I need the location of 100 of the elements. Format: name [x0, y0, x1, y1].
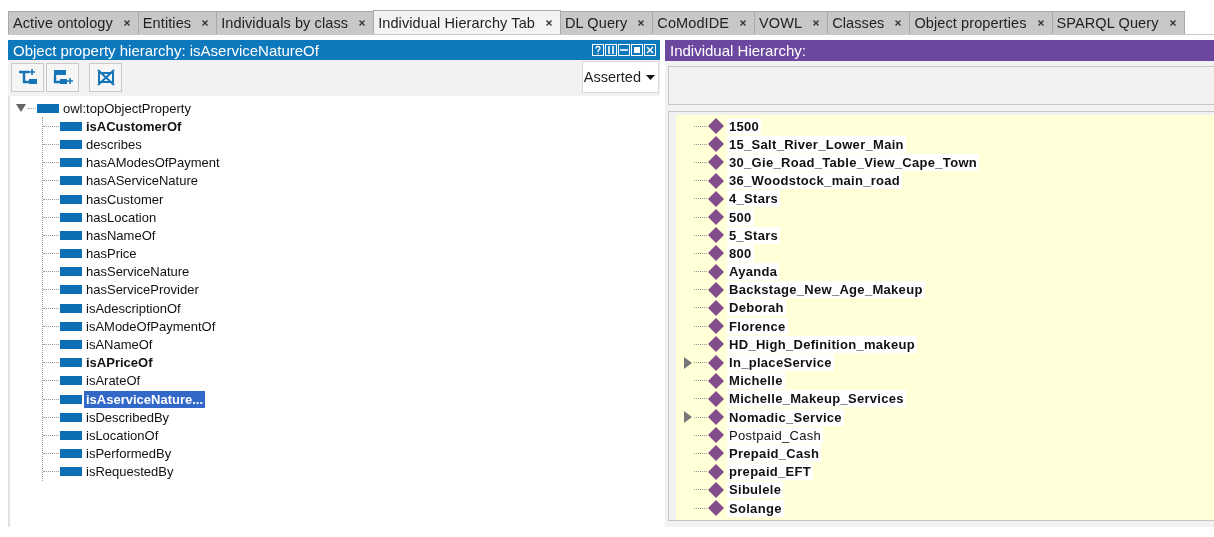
tree-item[interactable]: isANameOf	[84, 336, 155, 354]
tree-item[interactable]: hasCustomer	[84, 190, 166, 208]
individual-diamond-icon	[707, 444, 725, 463]
individual-diamond-icon	[707, 462, 725, 481]
tree-item[interactable]: hasServiceProvider	[84, 281, 201, 299]
tree-item[interactable]: isArateOf	[84, 372, 143, 390]
tab[interactable]: Classes	[827, 11, 911, 34]
tree-item[interactable]: hasAServiceNature	[84, 172, 200, 190]
tree-item[interactable]: hasPrice	[84, 245, 139, 263]
tree-item[interactable]: 30_Gie_Road_Table_View_Cape_Town	[727, 153, 980, 171]
close-icon[interactable]	[122, 19, 131, 27]
object-property-icon	[60, 285, 82, 295]
tree-item[interactable]: 15_Salt_River_Lower_Main	[727, 135, 906, 153]
tree-item[interactable]: Michelle_Makeup_Services	[727, 390, 906, 408]
tree-item[interactable]: Solange	[727, 499, 784, 517]
collapsed-arrow-icon[interactable]	[684, 356, 692, 369]
close-icon[interactable]	[545, 18, 553, 27]
tree-item[interactable]: hasNameOf	[84, 226, 158, 244]
panel-title: Object property hierarchy: isAserviceNatureOf	[13, 41, 319, 59]
object-property-icon	[60, 449, 82, 459]
tab[interactable]: VOWL	[754, 11, 829, 34]
tree-item[interactable]: hasAModesOfPayment	[84, 154, 222, 172]
object-property-icon	[60, 176, 82, 186]
tree-item[interactable]: isPerformedBy	[84, 445, 174, 463]
tab[interactable]: Active ontology	[8, 11, 139, 34]
individual-diamond-icon	[707, 262, 725, 281]
tree-item[interactable]: 800	[727, 244, 754, 262]
tree-item[interactable]: 1500	[727, 117, 762, 135]
tree-item[interactable]: Deborah	[727, 299, 786, 317]
tab[interactable]: Individual Hierarchy Tab	[373, 10, 561, 34]
delete-property-button[interactable]	[89, 62, 122, 92]
split-icon[interactable]	[605, 44, 617, 56]
close-icon[interactable]	[739, 19, 748, 27]
tree-item[interactable]: isAserviceNature...	[84, 390, 206, 408]
maximize-icon[interactable]	[631, 44, 643, 56]
tab[interactable]: CoModIDE	[652, 11, 756, 34]
help-icon[interactable]	[592, 44, 604, 56]
tab[interactable]: DL Query	[560, 11, 654, 34]
tree-item[interactable]: Nomadic_Service	[727, 408, 844, 426]
tab[interactable]: Object properties	[909, 11, 1053, 34]
object-property-icon	[60, 321, 82, 331]
tree-item[interactable]: Postpaid_Cash	[727, 426, 824, 444]
individual-diamond-icon	[707, 226, 725, 245]
tree-item[interactable]: 4_Stars	[727, 190, 781, 208]
collapsed-arrow-icon[interactable]	[684, 411, 692, 424]
individual-diamond-icon	[707, 335, 725, 354]
tree-item[interactable]: prepaid_EFT	[727, 463, 814, 481]
object-property-icon	[60, 212, 82, 222]
tree-item[interactable]: owl:topObjectProperty	[61, 99, 193, 117]
close-icon[interactable]	[1168, 19, 1177, 27]
expanded-arrow-icon[interactable]	[16, 103, 26, 114]
object-property-icon	[60, 412, 82, 422]
tree-item[interactable]: 36_Woodstock_main_road	[727, 172, 903, 190]
tree-item[interactable]: 500	[727, 208, 754, 226]
close-icon[interactable]	[812, 19, 821, 27]
individual-diamond-icon	[707, 353, 725, 372]
tree-item[interactable]: Backstage_New_Age_Makeup	[727, 281, 925, 299]
tree-item[interactable]: isLocationOf	[84, 426, 161, 444]
individual-diamond-icon	[707, 298, 725, 317]
object-property-icon	[60, 376, 82, 386]
close-icon[interactable]	[1036, 19, 1045, 27]
tree-item[interactable]: isAdescriptionOf	[84, 299, 183, 317]
object-property-icon	[60, 194, 82, 204]
tree-item[interactable]: describes	[84, 135, 144, 153]
view-mode-dropdown[interactable]: Asserted	[581, 61, 659, 93]
tree-item[interactable]: In_placeService	[727, 354, 834, 372]
object-property-icon	[60, 139, 82, 149]
individual-diamond-icon	[707, 171, 725, 190]
panel-title: Individual Hierarchy:	[670, 42, 806, 59]
tree-item[interactable]: isAPriceOf	[84, 354, 155, 372]
tree-item[interactable]: Ayanda	[727, 263, 780, 281]
object-property-icon	[60, 267, 82, 277]
object-property-icon	[60, 121, 82, 131]
close-icon[interactable]	[894, 19, 903, 27]
tree-item[interactable]: Florence	[727, 317, 788, 335]
object-property-icon	[60, 303, 82, 313]
individual-diamond-icon	[707, 135, 725, 154]
close-icon[interactable]	[637, 19, 646, 27]
tree-item[interactable]: hasLocation	[84, 208, 159, 226]
tree-item[interactable]: Michelle	[727, 372, 785, 390]
tree-item[interactable]: isRequestedBy	[84, 463, 176, 481]
tree-item[interactable]: hasServiceNature	[84, 263, 192, 281]
tree-item[interactable]: isACustomerOf	[84, 117, 184, 135]
tree-item[interactable]: isAModeOfPaymentOf	[84, 317, 218, 335]
add-subproperty-button[interactable]	[11, 62, 44, 92]
add-sibling-property-button[interactable]	[46, 62, 79, 92]
tab[interactable]: Individuals by class	[216, 11, 375, 34]
tree-item[interactable]: HD_High_Definition_makeup	[727, 335, 917, 353]
minimize-icon[interactable]	[618, 44, 630, 56]
tree-item[interactable]: 5_Stars	[727, 226, 781, 244]
close-icon[interactable]	[201, 19, 210, 27]
object-property-icon	[60, 467, 82, 477]
tree-item[interactable]: Prepaid_Cash	[727, 444, 822, 462]
close-icon[interactable]	[358, 19, 367, 27]
tree-item[interactable]: Sibulele	[727, 481, 784, 499]
tab[interactable]: Entities	[137, 11, 218, 34]
individual-diamond-icon	[707, 244, 725, 263]
tab[interactable]: SPARQL Query	[1051, 11, 1185, 34]
individual-diamond-icon	[707, 499, 725, 518]
tree-item[interactable]: isDescribedBy	[84, 408, 172, 426]
